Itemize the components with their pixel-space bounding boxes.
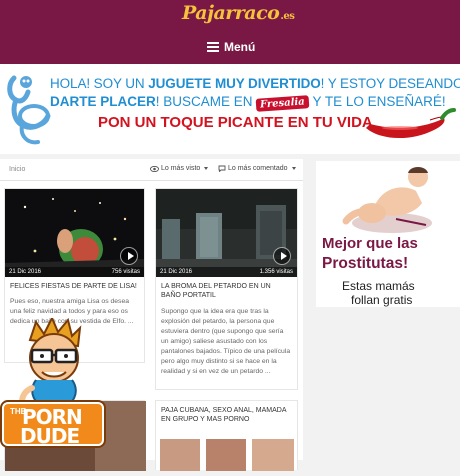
top-banner-ad[interactable]: HOLA! SOY UN JUGUETE MUY DIVERTIDO! Y ES… — [0, 64, 460, 154]
play-icon[interactable] — [273, 247, 291, 265]
ad-subline: Estas mamás — [342, 279, 415, 293]
eye-icon — [150, 165, 159, 172]
mascot-ad[interactable]: THE PORN DUDE — [0, 318, 108, 460]
ad-subline: follan gratis — [351, 293, 413, 307]
thumbnail-image — [156, 189, 297, 277]
thumbnail-image — [160, 439, 294, 471]
video-meta: 21 Dic 2016 756 visitas — [5, 267, 144, 277]
mascot-logo: THE PORN DUDE — [2, 402, 104, 448]
video-title[interactable]: FELICES FIESTAS DE PARTE DE LISA! — [10, 282, 140, 291]
video-thumbnail[interactable]: 21 Dic 2016 1.356 visitas — [156, 189, 297, 277]
ad-headline: Mejor que las — [322, 235, 418, 252]
comment-icon — [218, 165, 226, 172]
play-icon[interactable] — [120, 247, 138, 265]
sort-most-viewed[interactable]: Lo más visto — [150, 165, 209, 172]
site-logo[interactable]: Pajarraco.es — [182, 2, 295, 28]
banner-slogan: PON UN TOQUE PICANTE EN TU VIDA — [98, 114, 373, 131]
ad-illustration — [342, 167, 432, 233]
sidebar-ad[interactable]: Mejor que las Prostitutas! Estas mamás f… — [316, 161, 460, 307]
video-meta: 21 Dic 2016 1.356 visitas — [156, 267, 297, 277]
video-title[interactable]: PAJA CUBANA, SEXO ANAL, MAMADA EN GRUPO … — [161, 406, 291, 424]
menu-label: Menú — [224, 40, 256, 54]
brand-logo: Fresalia — [255, 95, 310, 112]
banner-text-line1: HOLA! SOY UN JUGUETE MUY DIVERTIDO! Y ES… — [50, 76, 460, 91]
sort-most-commented[interactable]: Lo más comentado — [218, 165, 296, 172]
video-title[interactable]: LA BROMA DEL PETARDO EN UN BAÑO PORTATIL — [161, 282, 291, 300]
site-header: Pajarraco.es Menú — [0, 0, 460, 64]
chevron-down-icon — [204, 167, 209, 170]
menu-button[interactable]: Menú — [207, 38, 255, 56]
video-description: Supongo que la idea era que tras la expl… — [161, 308, 291, 375]
breadcrumb[interactable]: Inicio — [9, 166, 25, 173]
listing-toolbar: Inicio Lo más visto Lo más comentado — [0, 159, 303, 181]
hamburger-icon — [207, 42, 219, 52]
ad-headline: Prostitutas! — [322, 255, 409, 272]
video-card[interactable]: 21 Dic 2016 1.356 visitas LA BROMA DEL PE… — [155, 188, 298, 390]
thumbnail-image — [5, 189, 144, 277]
chevron-down-icon — [291, 167, 296, 170]
mascot-character-icon — [19, 318, 82, 410]
video-thumbnail[interactable]: 21 Dic 2016 756 visitas — [5, 189, 144, 277]
chili-pepper-icon — [366, 108, 456, 139]
